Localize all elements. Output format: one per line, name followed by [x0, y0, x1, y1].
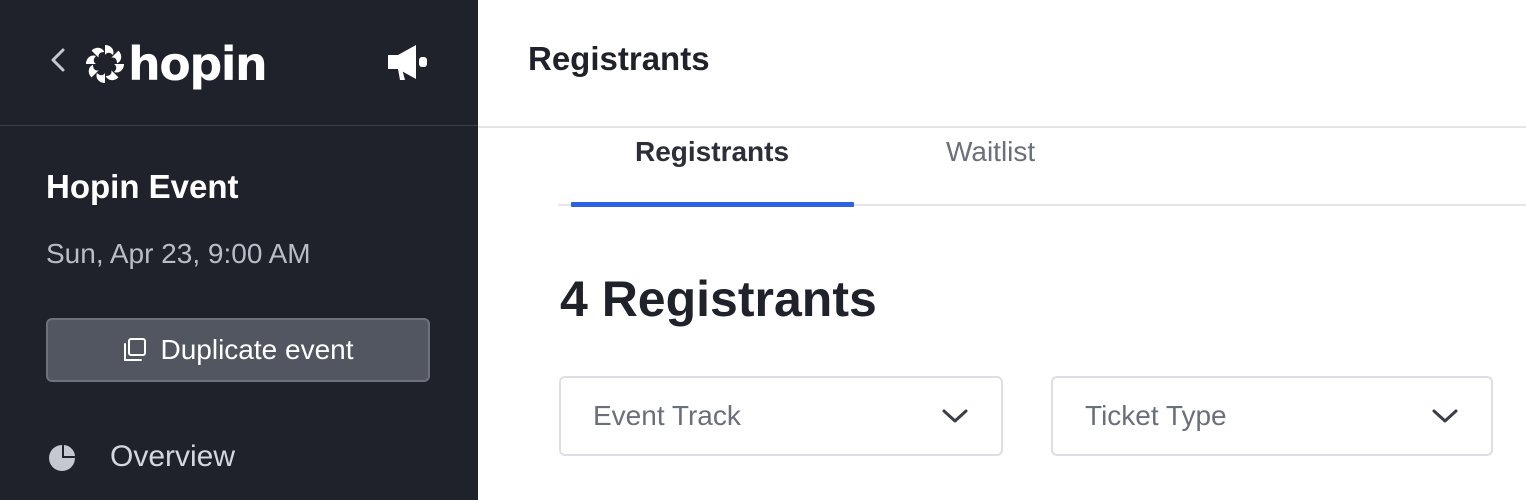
event-track-placeholder: Event Track [593, 400, 741, 431]
event-track-select[interactable]: Event Track [559, 376, 1003, 456]
hopin-logo[interactable]: hopin [84, 34, 268, 94]
tab-waitlist[interactable]: Waitlist [946, 136, 1035, 168]
registrants-count-heading: 4 Registrants [560, 271, 877, 327]
chevron-down-icon [942, 409, 968, 423]
duplicate-event-label: Duplicate event [160, 334, 354, 365]
tab-bar: Registrants Waitlist [558, 128, 1526, 207]
chevron-left-icon[interactable] [46, 44, 70, 76]
chevron-down-icon [1432, 409, 1458, 423]
logo-wordmark: hopin [128, 37, 268, 91]
ticket-type-select[interactable]: Ticket Type [1051, 376, 1493, 456]
sidebar: hopin Hopin Event Sun, Apr 23, 9:00 AM D… [0, 0, 478, 500]
sidebar-header: hopin [0, 0, 478, 126]
event-name: Hopin Event [46, 168, 239, 205]
page-title: Registrants [528, 40, 710, 77]
tab-registrants[interactable]: Registrants [635, 136, 789, 168]
active-tab-indicator [571, 202, 854, 207]
sidebar-item-overview[interactable]: Overview [46, 432, 430, 482]
megaphone-icon[interactable] [384, 40, 432, 84]
main-content: Registrants Registrants Waitlist 4 Regis… [478, 0, 1526, 500]
copy-icon [124, 338, 147, 361]
page-header: Registrants [478, 0, 1526, 128]
event-date: Sun, Apr 23, 9:00 AM [46, 238, 311, 269]
pie-chart-icon [49, 445, 75, 471]
hopin-logo-mark-icon [86, 45, 124, 83]
duplicate-event-button[interactable]: Duplicate event [46, 318, 430, 382]
sidebar-item-label: Overview [110, 440, 236, 473]
ticket-type-placeholder: Ticket Type [1085, 400, 1227, 431]
